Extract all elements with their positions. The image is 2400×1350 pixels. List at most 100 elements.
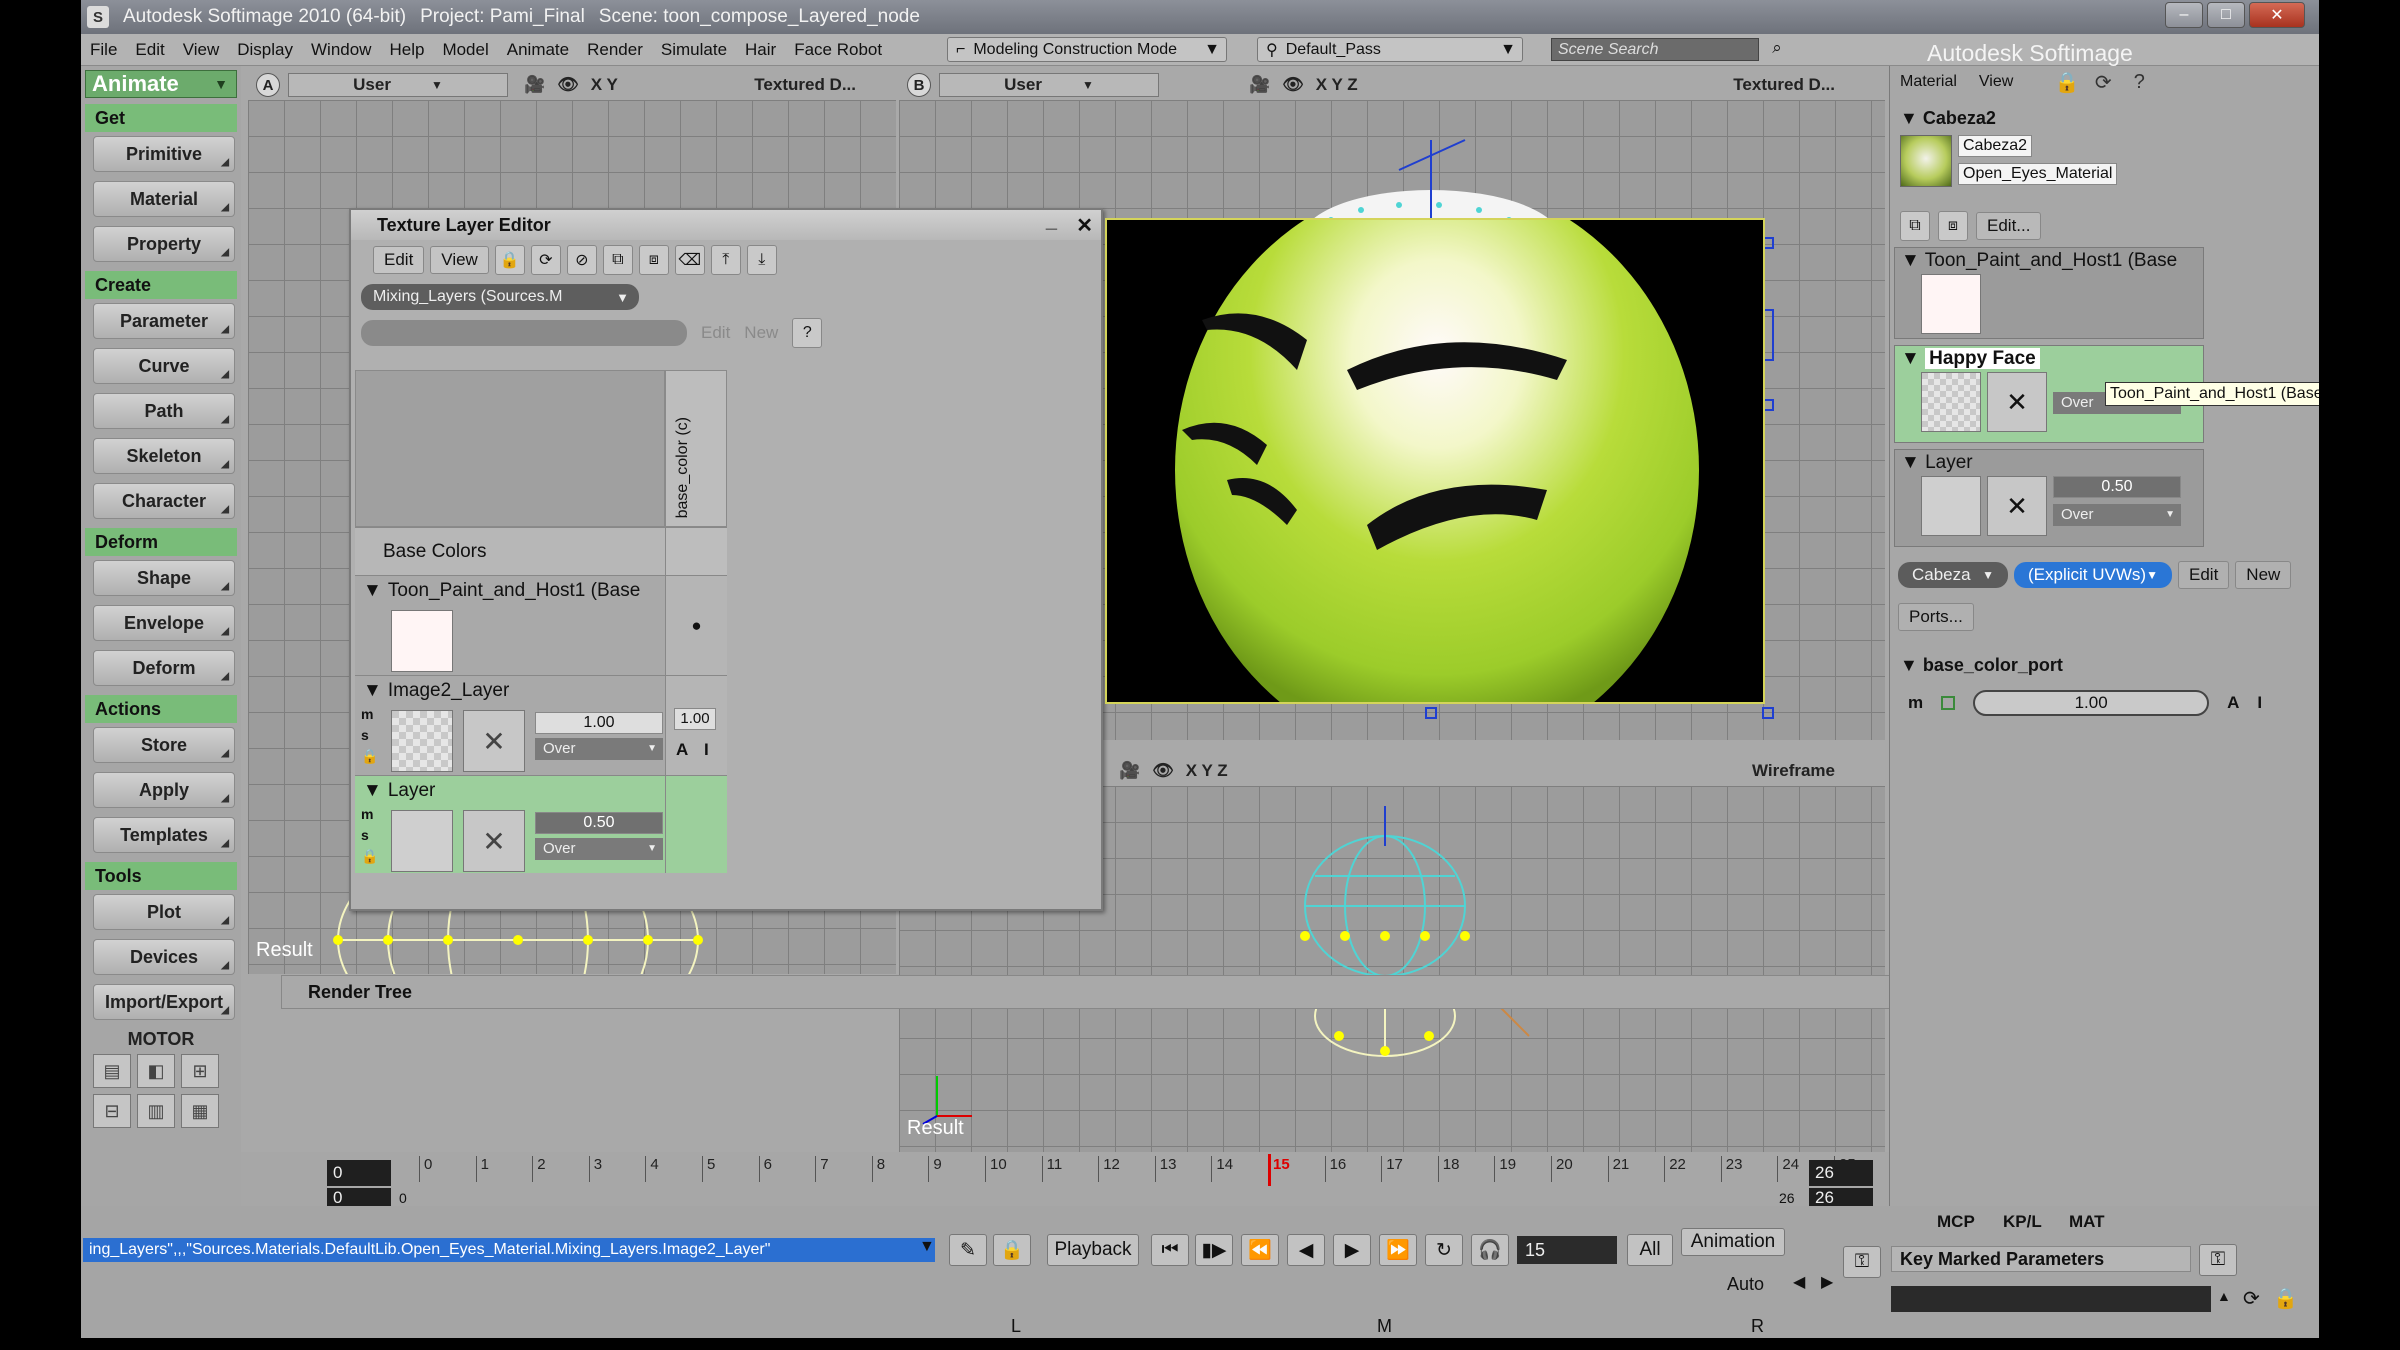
layout-split-icon[interactable]: ⊟ xyxy=(93,1094,131,1128)
close-icon[interactable]: ✕ xyxy=(1076,213,1093,238)
pass-dropdown[interactable]: ⚲ Default_Pass ▼ xyxy=(1257,37,1523,62)
refresh-icon[interactable]: ⟳ xyxy=(2089,68,2117,96)
camera-icon[interactable]: 🎥 xyxy=(1119,761,1140,781)
mix-value[interactable]: 1.00 xyxy=(535,712,663,734)
play-forward-icon[interactable]: ▶ xyxy=(1333,1234,1371,1266)
layer-swatch[interactable] xyxy=(1921,476,1981,536)
layer-row-base[interactable]: ▼ Toon_Paint_and_Host1 (Base ● xyxy=(355,575,727,675)
blend-mode-dropdown[interactable]: Over xyxy=(2053,504,2181,526)
display-mode[interactable]: Textured D... xyxy=(754,75,856,95)
tle-title-bar[interactable]: Texture Layer Editor _ ✕ xyxy=(351,210,1101,240)
menu-face-robot[interactable]: Face Robot xyxy=(785,40,891,60)
parameter-button[interactable]: Parameter ◢ xyxy=(93,303,235,339)
animation-button[interactable]: Animation xyxy=(1681,1228,1785,1256)
ports-button[interactable]: Ports... xyxy=(1898,603,1974,631)
axes-label[interactable]: X Y Z xyxy=(1186,761,1228,781)
mute-flag[interactable]: m xyxy=(361,804,378,825)
minimize-button[interactable]: – xyxy=(2165,2,2203,28)
tab-material[interactable]: Material xyxy=(1900,73,1957,91)
blend-mode-dropdown[interactable]: Over xyxy=(535,838,663,860)
tab-view[interactable]: View xyxy=(1979,73,2013,91)
mask-swatch[interactable]: ✕ xyxy=(1987,476,2047,536)
layout-two-rows-icon[interactable]: ▤ xyxy=(93,1054,131,1088)
camera-dropdown[interactable]: User ▼ xyxy=(288,73,508,97)
step-icon[interactable]: ▮▶ xyxy=(1195,1234,1233,1266)
current-frame-field[interactable]: 15 xyxy=(1517,1236,1617,1264)
copy-icon[interactable]: ⧉ xyxy=(1900,211,1930,241)
minimize-icon[interactable]: _ xyxy=(1046,210,1057,233)
menu-render[interactable]: Render xyxy=(578,40,652,60)
menu-hair[interactable]: Hair xyxy=(736,40,785,60)
layer-swatch[interactable] xyxy=(391,610,453,672)
port-cell[interactable] xyxy=(665,776,727,873)
import-export-button[interactable]: Import/Export ◢ xyxy=(93,984,235,1020)
camera-dropdown[interactable]: User ▼ xyxy=(939,73,1159,97)
port-value[interactable]: 1.00 xyxy=(674,708,716,730)
material-button[interactable]: Material ◢ xyxy=(93,181,235,217)
mask-swatch[interactable]: ✕ xyxy=(1987,372,2047,432)
timeline-end-field[interactable]: 26 xyxy=(1809,1160,1873,1186)
uv-dropdown[interactable]: (Explicit UVWs) ▼ xyxy=(2014,562,2172,588)
menu-view[interactable]: View xyxy=(174,40,229,60)
display-mode[interactable]: Wireframe xyxy=(1752,761,1835,781)
lock-icon[interactable]: 🔒 xyxy=(361,746,378,767)
viewport-letter[interactable]: A xyxy=(256,73,280,97)
previous-arrow-icon[interactable]: ◀ xyxy=(1793,1272,1805,1292)
duplicate-layer-icon[interactable]: ⧈ xyxy=(638,245,669,275)
mixer-dropdown[interactable]: Mixing_Layers (Sources.M ▼ xyxy=(361,284,639,310)
material-label[interactable]: Open_Eyes_Material xyxy=(1958,163,2118,185)
port-dropdown[interactable] xyxy=(361,320,687,346)
render-preview[interactable] xyxy=(1105,218,1765,704)
menu-help[interactable]: Help xyxy=(380,40,433,60)
mix-value[interactable]: 0.50 xyxy=(535,812,663,834)
menu-model[interactable]: Model xyxy=(433,40,497,60)
paste-icon[interactable]: ⧈ xyxy=(1938,211,1968,241)
lock-icon[interactable]: 🔒 xyxy=(361,846,378,867)
lock-icon[interactable]: 🔒 xyxy=(993,1234,1031,1266)
column-header[interactable]: base_color (c) xyxy=(665,370,727,527)
mute-flag[interactable]: m xyxy=(1908,693,1923,713)
object-dropdown[interactable]: Cabeza ▼ xyxy=(1898,562,2008,588)
shape-button[interactable]: Shape ◢ xyxy=(93,560,235,596)
layer-name-text[interactable]: Happy Face xyxy=(1925,348,2040,369)
skeleton-button[interactable]: Skeleton ◢ xyxy=(93,438,235,474)
mask-swatch[interactable]: ✕ xyxy=(463,710,525,772)
playback-button[interactable]: Playback xyxy=(1047,1234,1139,1266)
key-marked-icon[interactable]: ⚿ xyxy=(2199,1244,2237,1276)
lock-icon[interactable]: 🔒 xyxy=(2053,68,2081,96)
key-marked-field[interactable] xyxy=(1891,1286,2211,1312)
layer-swatch[interactable] xyxy=(391,810,453,872)
port-header[interactable]: ▼ base_color_port xyxy=(1900,655,2319,676)
camera-icon[interactable]: 🎥 xyxy=(524,75,545,95)
enable-checkbox[interactable] xyxy=(1941,696,1956,710)
devices-button[interactable]: Devices ◢ xyxy=(93,939,235,975)
tab-kpl[interactable]: KP/L xyxy=(2003,1212,2042,1232)
path-button[interactable]: Path ◢ xyxy=(93,393,235,429)
add-layer-icon[interactable]: ⧉ xyxy=(602,245,633,275)
play-backward-icon[interactable]: ◀ xyxy=(1287,1234,1325,1266)
layout-two-columns-icon[interactable]: ◧ xyxy=(137,1054,175,1088)
tab-mat[interactable]: MAT xyxy=(2069,1212,2105,1232)
solo-flag[interactable]: s xyxy=(361,825,378,846)
deform-button[interactable]: Deform ◢ xyxy=(93,650,235,686)
move-down-icon[interactable]: ⤓ xyxy=(746,245,777,275)
plot-button[interactable]: Plot ◢ xyxy=(93,894,235,930)
invert-flag[interactable]: I xyxy=(2257,693,2262,713)
menu-window[interactable]: Window xyxy=(302,40,380,60)
layer-row-image2[interactable]: ▼Image2_Layer m s 🔒 ✕ 1.00 Over 1.00 A I xyxy=(355,675,727,775)
apply-button[interactable]: Apply ◢ xyxy=(93,772,235,808)
axes-label[interactable]: X Y Z xyxy=(1316,75,1358,95)
object-title[interactable]: ▼ Cabeza2 xyxy=(1890,98,2319,129)
edit-menu-button[interactable]: Edit xyxy=(373,246,425,274)
view-menu-button[interactable]: View xyxy=(430,246,489,274)
lock-icon[interactable]: 🔒 xyxy=(2273,1286,2298,1311)
timeline[interactable]: 0 0 0 0 1 2 3 4 5 6 7 8 9 10 11 12 13 14 15 16 17 18 19 20 21… xyxy=(241,1152,1889,1208)
layout-four-view-icon[interactable]: ⊞ xyxy=(181,1054,219,1088)
lock-icon[interactable]: 🔒 xyxy=(494,245,525,275)
layer-swatch[interactable] xyxy=(391,710,453,772)
spin-up-icon[interactable]: ▲ xyxy=(2217,1288,2231,1304)
clear-icon[interactable]: ⊘ xyxy=(566,245,597,275)
connection-cell[interactable]: ● xyxy=(665,576,727,675)
rp-layer-base[interactable]: ▼ Toon_Paint_and_Host1 (Base xyxy=(1894,247,2204,339)
alpha-flag[interactable]: A xyxy=(2227,693,2239,713)
